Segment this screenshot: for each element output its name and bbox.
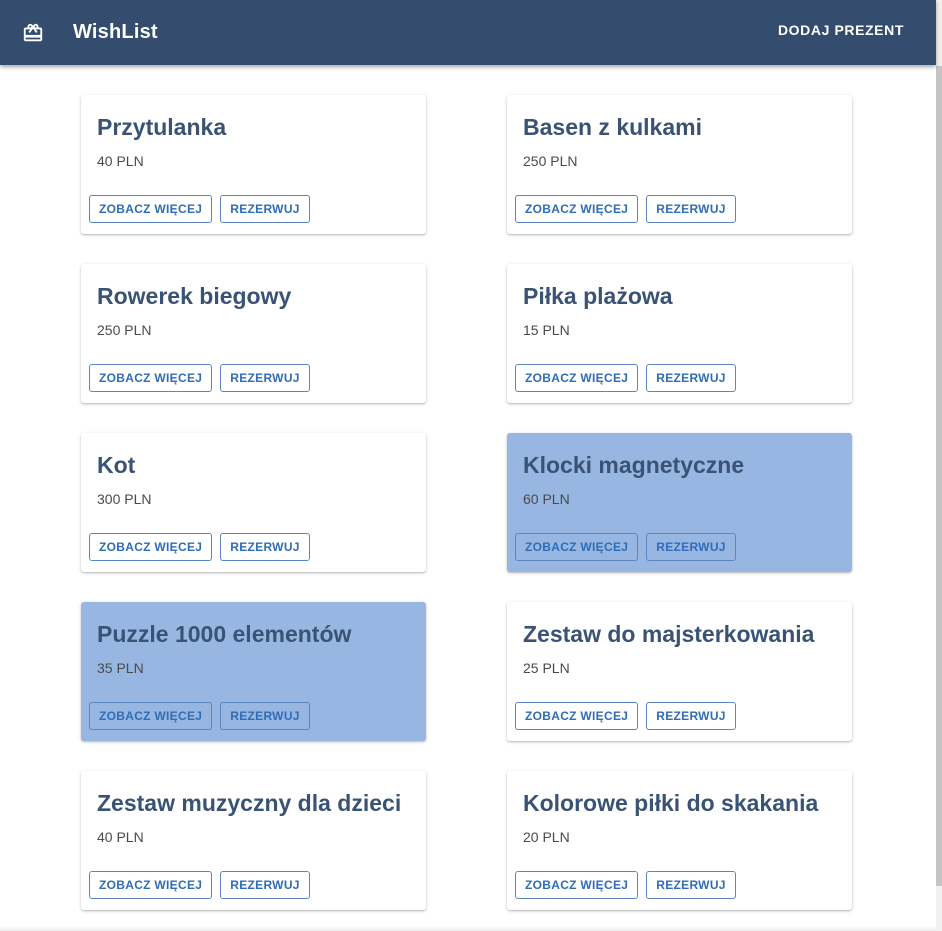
reserve-button[interactable]: REZERWUJ (646, 533, 736, 561)
see-more-button[interactable]: ZOBACZ WIĘCEJ (515, 871, 639, 899)
gift-name: Klocki magnetyczne (523, 452, 745, 478)
card-actions: ZOBACZ WIĘCEJ REZERWUJ (515, 364, 736, 392)
gift-card: Zestaw muzyczny dla dzieci 40 PLN ZOBACZ W… (81, 771, 426, 910)
see-more-button[interactable]: ZOBACZ WIĘCEJ (515, 702, 639, 730)
gift-name: Piłka plażowa (523, 283, 673, 309)
app-title: WishList (73, 21, 158, 43)
gift-name: Zestaw do majsterkowania (523, 621, 815, 647)
reserve-button[interactable]: REZERWUJ (646, 364, 736, 392)
gift-name: Puzzle 1000 elementów (97, 621, 352, 647)
gift-card: Piłka plażowa 15 PLN ZOBACZ WIĘCEJ REZERWUJ (507, 264, 852, 403)
app-bar: WishList DODAJ PREZENT (0, 0, 936, 65)
gift-card: Puzzle 1000 elementów 35 PLN ZOBACZ WIĘCEJ… (81, 602, 426, 741)
gift-price: 20 PLN (523, 829, 570, 845)
card-actions: ZOBACZ WIĘCEJ REZERWUJ (89, 871, 310, 899)
card-actions: ZOBACZ WIĘCEJ REZERWUJ (89, 364, 310, 392)
gift-card: Rowerek biegowy 250 PLN ZOBACZ WIĘCEJ REZER… (81, 264, 426, 403)
reserve-button[interactable]: REZERWUJ (220, 702, 310, 730)
gift-card: Basen z kulkami 250 PLN ZOBACZ WIĘCEJ REZER… (507, 95, 852, 234)
gift-name: Zestaw muzyczny dla dzieci (97, 790, 402, 816)
see-more-button[interactable]: ZOBACZ WIĘCEJ (515, 364, 639, 392)
gift-name: Rowerek biegowy (97, 283, 292, 309)
see-more-button[interactable]: ZOBACZ WIĘCEJ (515, 195, 639, 223)
see-more-button[interactable]: ZOBACZ WIĘCEJ (89, 702, 213, 730)
card-actions: ZOBACZ WIĘCEJ REZERWUJ (89, 533, 310, 561)
card-actions: ZOBACZ WIĘCEJ REZERWUJ (515, 871, 736, 899)
card-actions: ZOBACZ WIĘCEJ REZERWUJ (515, 533, 736, 561)
gift-price: 15 PLN (523, 322, 570, 338)
gift-card: Kot 300 PLN ZOBACZ WIĘCEJ REZERWUJ (81, 433, 426, 572)
gift-price: 300 PLN (97, 491, 152, 507)
see-more-button[interactable]: ZOBACZ WIĘCEJ (89, 195, 213, 223)
gift-price: 60 PLN (523, 491, 570, 507)
gift-price: 35 PLN (97, 660, 144, 676)
gift-name: Kolorowe piłki do skakania (523, 790, 819, 816)
gift-grid: Przytulanka 40 PLN ZOBACZ WIĘCEJ REZERWUJ Ba… (81, 95, 852, 910)
gift-name: Przytulanka (97, 114, 227, 140)
gift-name: Kot (97, 452, 136, 478)
reserve-button[interactable]: REZERWUJ (220, 195, 310, 223)
gift-price: 250 PLN (523, 153, 578, 169)
gift-price: 250 PLN (97, 322, 152, 338)
reserve-button[interactable]: REZERWUJ (220, 364, 310, 392)
reserve-button[interactable]: REZERWUJ (646, 871, 736, 899)
scrollbar-thumb[interactable] (936, 66, 942, 886)
see-more-button[interactable]: ZOBACZ WIĘCEJ (515, 533, 639, 561)
gift-card-icon[interactable] (22, 22, 44, 44)
see-more-button[interactable]: ZOBACZ WIĘCEJ (89, 871, 213, 899)
gift-card: Kolorowe piłki do skakania 20 PLN ZOBACZ W… (507, 771, 852, 910)
card-actions: ZOBACZ WIĘCEJ REZERWUJ (89, 702, 310, 730)
reserve-button[interactable]: REZERWUJ (220, 871, 310, 899)
see-more-button[interactable]: ZOBACZ WIĘCEJ (89, 533, 213, 561)
gift-name: Basen z kulkami (523, 114, 702, 140)
gift-card: Przytulanka 40 PLN ZOBACZ WIĘCEJ REZERWUJ (81, 95, 426, 234)
card-actions: ZOBACZ WIĘCEJ REZERWUJ (515, 702, 736, 730)
bottom-edge (0, 926, 936, 931)
gift-card: Zestaw do majsterkowania 25 PLN ZOBACZ WIĘ… (507, 602, 852, 741)
add-gift-button[interactable]: DODAJ PREZENT (778, 22, 904, 38)
reserve-button[interactable]: REZERWUJ (220, 533, 310, 561)
gift-card: Klocki magnetyczne 60 PLN ZOBACZ WIĘCEJ REZ… (507, 433, 852, 572)
gift-price: 40 PLN (97, 153, 144, 169)
see-more-button[interactable]: ZOBACZ WIĘCEJ (89, 364, 213, 392)
card-actions: ZOBACZ WIĘCEJ REZERWUJ (515, 195, 736, 223)
card-actions: ZOBACZ WIĘCEJ REZERWUJ (89, 195, 310, 223)
gift-price: 25 PLN (523, 660, 570, 676)
reserve-button[interactable]: REZERWUJ (646, 195, 736, 223)
reserve-button[interactable]: REZERWUJ (646, 702, 736, 730)
gift-price: 40 PLN (97, 829, 144, 845)
